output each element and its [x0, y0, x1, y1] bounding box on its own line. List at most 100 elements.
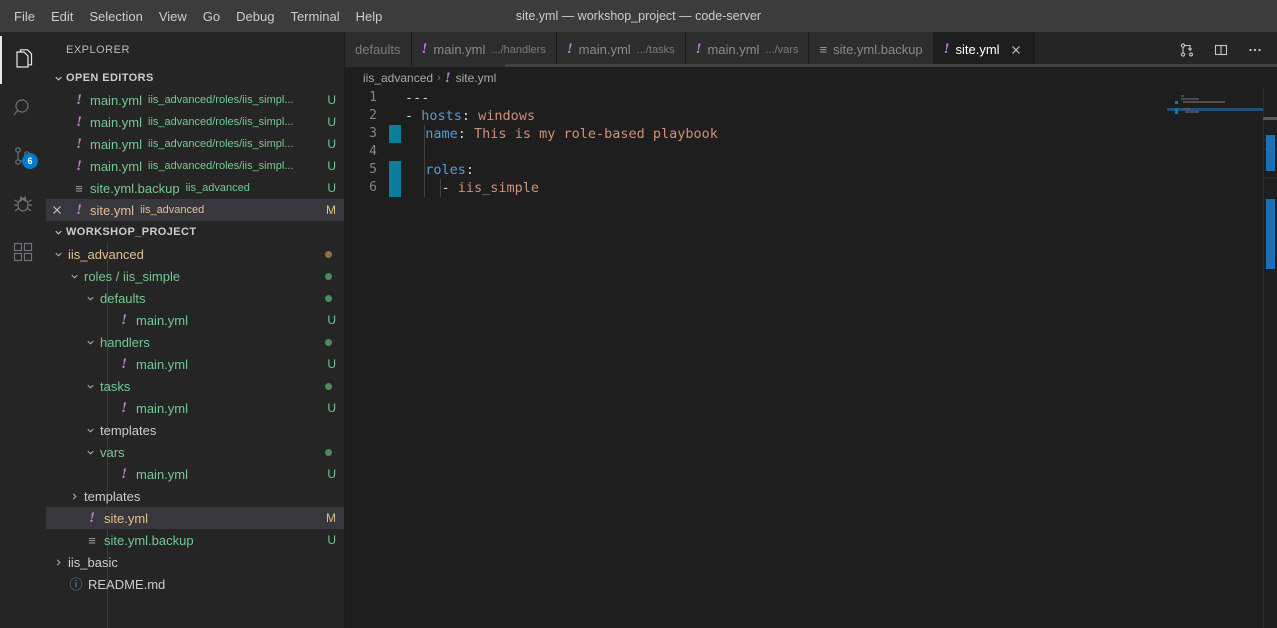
menu-item-help[interactable]: Help	[348, 0, 391, 32]
tab-main-yml-tasks[interactable]: ! main.yml .../tasks	[556, 32, 686, 67]
file-tree-row[interactable]: ⓘ README.md	[46, 573, 344, 595]
file-tree-row[interactable]: templates	[46, 485, 344, 507]
workspace-folder-header[interactable]: WORKSHOP_PROJECT	[46, 221, 344, 243]
menu-item-terminal[interactable]: Terminal	[282, 0, 347, 32]
tab-file-icon: !	[567, 42, 573, 57]
menu-item-go[interactable]: Go	[195, 0, 228, 32]
editor-actions	[1165, 32, 1277, 67]
tab-close-icon[interactable]	[1008, 42, 1024, 58]
folder-name: handlers	[100, 334, 150, 350]
tabs-scrollbar[interactable]	[345, 64, 1277, 67]
tab-description: .../handlers	[491, 43, 546, 56]
overview-ruler[interactable]	[1263, 89, 1277, 628]
file-tree-row[interactable]: roles / iis_simple	[46, 265, 344, 287]
breadcrumb-folder[interactable]: iis_advanced	[363, 71, 433, 85]
line-number: 4	[369, 144, 377, 159]
file-tree-row[interactable]: iis_basic	[46, 551, 344, 573]
file-tree-row[interactable]: ! main.yml U	[46, 397, 344, 419]
file-tree-row[interactable]: ! main.yml U	[46, 463, 344, 485]
file-icon-slot: !	[68, 92, 90, 108]
file-name: README.md	[88, 576, 166, 592]
code-line[interactable]: 4	[345, 143, 1167, 161]
file-tree-row[interactable]: vars	[46, 441, 344, 463]
file-icon-slot: ≡	[82, 534, 102, 547]
file-name: main.yml	[136, 312, 189, 328]
tab-main-yml-vars[interactable]: ! main.yml .../vars	[685, 32, 810, 67]
activity-bar-item-source-control[interactable]: 6	[0, 132, 46, 180]
title-bar: File Edit Selection View Go Debug Terminal Help…	[0, 0, 1277, 32]
breadcrumb-file[interactable]: ! site.yml	[444, 69, 497, 86]
code-line[interactable]: 3 name: This is my role-based playbook	[345, 125, 1167, 143]
file-tree-row[interactable]: defaults	[46, 287, 344, 309]
file-tree-row[interactable]: tasks	[46, 375, 344, 397]
code-token: -	[409, 180, 458, 196]
folder-name: roles / iis_simple	[84, 268, 181, 284]
tab-label: site.yml.backup	[833, 42, 923, 57]
git-status-badge: U	[327, 467, 336, 481]
file-tree-row[interactable]: ! main.yml U	[46, 309, 344, 331]
git-status-badge: U	[327, 93, 336, 107]
file-tree-row[interactable]: ! site.yml M	[46, 507, 344, 529]
menu-item-debug[interactable]: Debug	[228, 0, 282, 32]
git-status-dot	[325, 294, 332, 302]
open-editor-row[interactable]: ! main.yml iis_advanced/roles/iis_simpl...…	[46, 111, 344, 133]
minimap-line	[1181, 98, 1200, 101]
tabs-container[interactable]: defaults! main.yml .../handlers! main.yml..…	[345, 32, 1165, 67]
file-icon-slot: !	[68, 136, 90, 152]
yaml-icon: !	[76, 157, 82, 174]
activity-bar-item-explorer[interactable]	[0, 36, 46, 84]
close-icon[interactable]	[46, 204, 68, 216]
folder-name: templates	[100, 422, 157, 438]
tab-main-yml-handlers[interactable]: ! main.yml .../handlers	[411, 32, 557, 67]
minimap[interactable]	[1167, 89, 1277, 628]
tab-site-yml[interactable]: ! site.yml	[933, 32, 1035, 67]
split-editor-icon[interactable]	[1207, 36, 1235, 64]
file-tree-row[interactable]: templates	[46, 419, 344, 441]
open-editor-row[interactable]: ! site.yml iis_advanced M	[46, 199, 344, 221]
blank-twisty	[98, 400, 114, 416]
code-line[interactable]: 6 - iis_simple	[345, 179, 1167, 197]
yaml-icon: !	[566, 41, 573, 57]
compare-changes-icon[interactable]	[1173, 36, 1201, 64]
code-line[interactable]: 2 - hosts: windows	[345, 107, 1167, 125]
file-tree-row[interactable]: ≡ site.yml.backup U	[46, 529, 344, 551]
open-editor-row[interactable]: ≡ site.yml.backup iis_advanced U	[46, 177, 344, 199]
menu-item-selection[interactable]: Selection	[81, 0, 150, 32]
workbench-body: 6 EXPLORER OPEN EDITORS ! main.yml iis_adv…	[0, 32, 1277, 628]
chevron-right-icon	[66, 488, 82, 504]
open-editor-row[interactable]: ! main.yml iis_advanced/roles/iis_simpl...…	[46, 89, 344, 111]
file-tree-row[interactable]: handlers	[46, 331, 344, 353]
file-tree-row[interactable]: iis_advanced	[46, 243, 344, 265]
code-editor[interactable]: 1 --- 2- hosts: windows 3 name: This is my …	[345, 89, 1167, 628]
code-line[interactable]: 1 ---	[345, 89, 1167, 107]
git-status-badge: U	[327, 533, 336, 547]
blank-twisty	[50, 576, 66, 592]
indent-guide	[424, 125, 425, 197]
open-editors-header[interactable]: OPEN EDITORS	[46, 67, 344, 89]
minimap-change-mark	[1175, 111, 1178, 114]
explorer-sidebar: EXPLORER OPEN EDITORS ! main.yml iis_advan…	[46, 32, 345, 628]
chevron-down-icon	[50, 70, 66, 86]
git-status-dot	[325, 250, 332, 258]
minimap-line	[1181, 95, 1185, 97]
ellipsis-icon[interactable]	[1241, 36, 1269, 64]
debug-icon	[11, 192, 35, 216]
gutter-spacer	[385, 89, 397, 107]
open-editor-row[interactable]: ! main.yml iis_advanced/roles/iis_simpl...…	[46, 133, 344, 155]
code-line[interactable]: 5 roles:	[345, 161, 1167, 179]
menu-item-edit[interactable]: Edit	[43, 0, 81, 32]
chevron-right-icon	[50, 554, 66, 570]
open-editor-row[interactable]: ! main.yml iis_advanced/roles/iis_simpl...…	[46, 155, 344, 177]
tab-site-yml-backup[interactable]: ≡ site.yml.backup	[809, 32, 934, 67]
menu-item-file[interactable]: File	[6, 0, 43, 32]
menu-item-view[interactable]: View	[151, 0, 195, 32]
activity-bar-item-search[interactable]	[0, 84, 46, 132]
activity-bar-item-debug[interactable]	[0, 180, 46, 228]
folder-name: vars	[100, 444, 125, 460]
tab-partial-defaults[interactable]: defaults	[345, 32, 412, 67]
file-tree-row[interactable]: ! main.yml U	[46, 353, 344, 375]
activity-bar-item-extensions[interactable]	[0, 228, 46, 276]
folder-name: templates	[84, 488, 141, 504]
yaml-icon: !	[444, 69, 451, 86]
